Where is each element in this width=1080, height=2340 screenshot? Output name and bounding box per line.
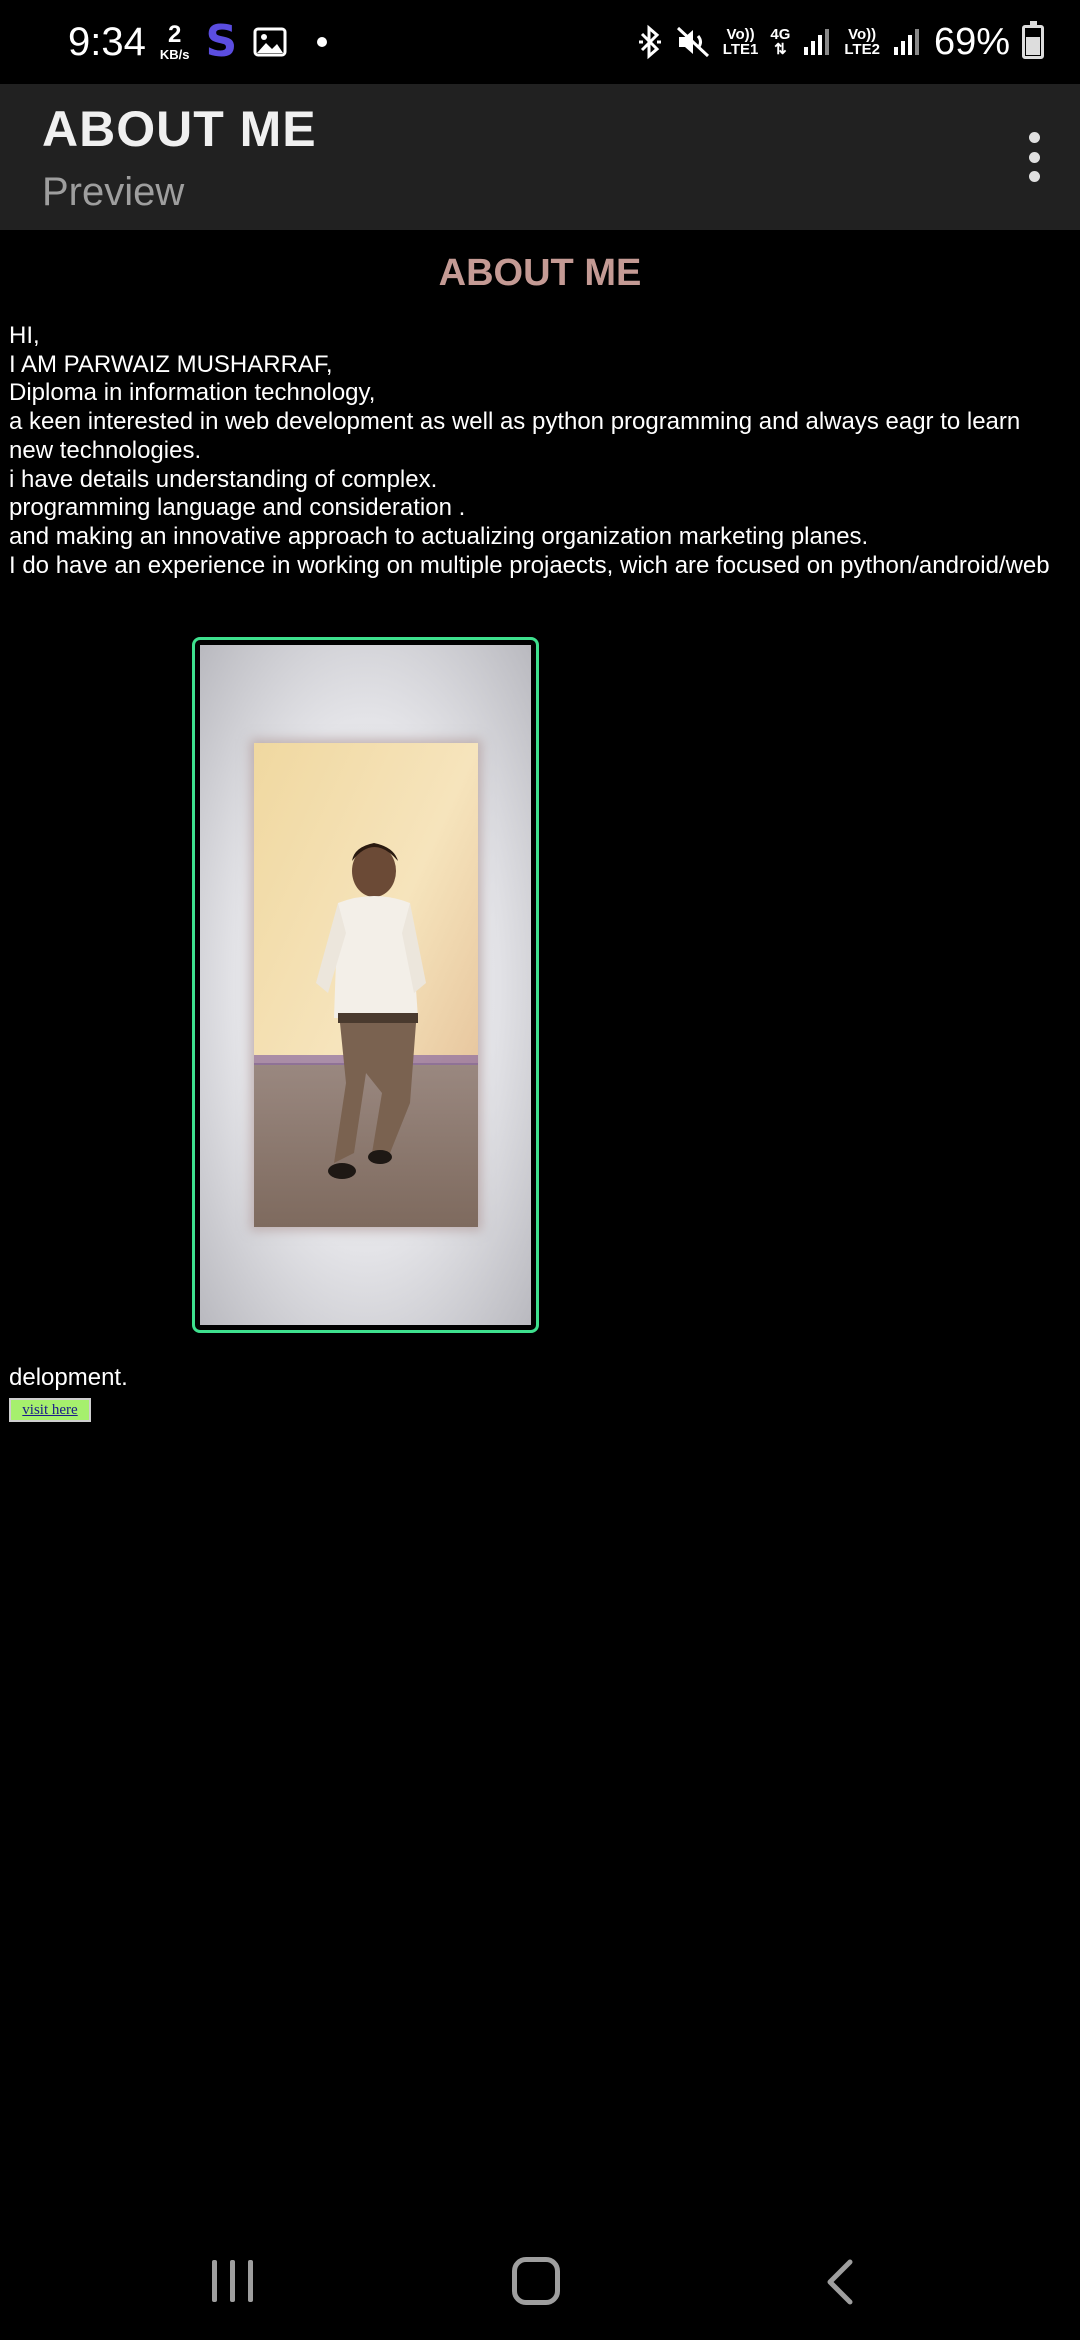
sim1-volte-top: Vo)) (726, 26, 755, 43)
sim2-volte-top: Vo)) (848, 26, 877, 43)
app-bar: ABOUT ME Preview (0, 84, 1080, 230)
home-icon[interactable] (512, 2257, 560, 2305)
back-icon[interactable] (822, 2258, 858, 2306)
about-line: programming language and consideration . (9, 494, 466, 522)
app-subtitle: Preview (42, 170, 185, 214)
status-time: 9:34 (68, 19, 146, 64)
app-title: ABOUT ME (42, 101, 317, 157)
sim1-volte-bottom: LTE1 (722, 41, 759, 58)
battery-icon (1022, 21, 1044, 59)
network-type-label: 4G (770, 26, 791, 43)
about-line: and making an innovative approach to act… (9, 522, 869, 550)
status-indicators: Vo)) LTE1 4G ⇅ Vo)) LTE2 69% (637, 21, 1044, 64)
profile-photo-frame (192, 637, 539, 1333)
about-line: i have details understanding of complex. (9, 465, 438, 493)
about-line: new technologies. (9, 436, 202, 464)
about-line: HI, (9, 322, 40, 349)
sim1-volte-label: Vo)) LTE1 (723, 27, 759, 57)
about-line: I do have an experience in working on mu… (9, 551, 1050, 579)
signal-icon (804, 29, 830, 55)
network-speed: 2 KB/s (159, 21, 190, 62)
network-speed-unit: KB/s (159, 47, 190, 62)
about-line: Diploma in information technology, (9, 379, 376, 407)
recents-icon[interactable] (210, 2260, 256, 2302)
visit-here-link[interactable]: visit here (9, 1398, 91, 1422)
data-arrows-icon: ⇅ (774, 41, 787, 58)
more-vert-icon[interactable] (1022, 132, 1046, 182)
page-heading: ABOUT ME (438, 252, 642, 294)
about-text-tail: delopment. (9, 1364, 128, 1391)
mute-icon (676, 26, 709, 58)
profile-photo (253, 743, 478, 1227)
bluetooth-icon (638, 24, 661, 60)
profile-photo-backdrop (200, 645, 531, 1325)
about-line: I AM PARWAIZ MUSHARRAF, (9, 350, 333, 378)
notification-dot-icon (317, 37, 328, 47)
network-speed-value: 2 (167, 21, 182, 48)
s-app-icon: S (205, 16, 238, 67)
status-bar: 9:34 2 KB/s S Vo)) LTE1 4G ⇅ Vo)) LTE2 6… (0, 0, 1080, 84)
signal-2-icon (893, 29, 919, 55)
about-line: a keen interested in web development as … (9, 408, 1021, 436)
battery-percent: 69% (933, 20, 1010, 63)
network-type: 4G ⇅ (770, 27, 790, 57)
gallery-icon (253, 27, 287, 57)
navigation-bar (0, 2220, 1080, 2340)
sim2-volte-bottom: LTE2 (844, 41, 880, 58)
sim2-volte-label: Vo)) LTE2 (844, 27, 880, 57)
about-text: HI, I AM PARWAIZ MUSHARRAF, Diploma in i… (9, 322, 1079, 580)
